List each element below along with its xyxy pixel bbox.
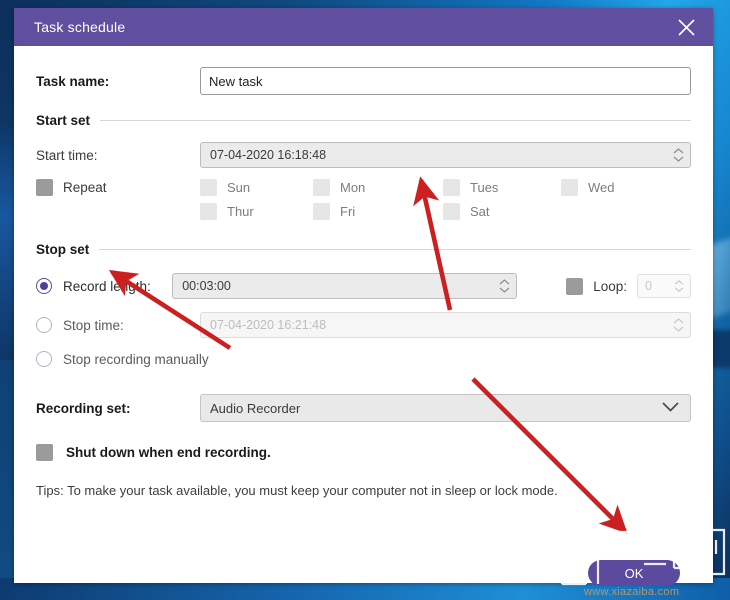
start-time-label: Start time: — [36, 147, 98, 163]
shutdown-label: Shut down when end recording. — [66, 445, 271, 460]
record-length-stepper[interactable] — [499, 274, 510, 298]
dialog-title: Task schedule — [34, 19, 126, 35]
start-time-value: 07-04-2020 16:18:48 — [210, 148, 327, 162]
day-label-mon: Mon — [340, 180, 366, 195]
shutdown-row[interactable]: Shut down when end recording. — [36, 444, 691, 461]
start-set-label: Start set — [36, 113, 91, 128]
day-label-sun: Sun — [227, 180, 251, 195]
start-time-stepper[interactable] — [673, 143, 684, 167]
dialog-titlebar: Task schedule — [14, 8, 713, 46]
chevron-up-icon — [673, 148, 684, 154]
chevron-down-icon — [673, 326, 684, 332]
day-checkbox-wed[interactable]: Wed — [561, 179, 681, 196]
day-label-fri: Fri — [340, 204, 356, 219]
tips-text: Tips: To make your task available, you m… — [36, 483, 558, 498]
stop-manually-label: Stop recording manually — [63, 351, 209, 367]
repeat-checkbox-cell[interactable]: Repeat — [36, 179, 200, 196]
record-length-spinbox[interactable]: 00:03:00 — [172, 273, 518, 299]
start-set-divider — [100, 120, 691, 121]
record-length-label: Record length: — [63, 278, 151, 294]
chevron-up-icon — [673, 318, 684, 324]
recording-set-dropdown[interactable]: Audio Recorder — [200, 394, 691, 422]
close-button[interactable] — [659, 8, 713, 46]
stop-manually-row[interactable]: Stop recording manually — [36, 351, 691, 367]
radio-record-length[interactable] — [36, 278, 52, 294]
checkbox-wed[interactable] — [561, 179, 578, 196]
checkbox-fri[interactable] — [313, 203, 330, 220]
stop-time-value: 07-04-2020 16:21:48 — [210, 318, 327, 332]
dialog-body: Task name: Start set Start time: 07-04-2… — [14, 67, 713, 600]
stop-time-spinbox[interactable]: 07-04-2020 16:21:48 — [200, 312, 691, 338]
chevron-up-icon — [674, 280, 684, 285]
checkbox-sat[interactable] — [443, 203, 460, 220]
recording-set-label: Recording set: — [36, 400, 131, 416]
day-label-thur: Thur — [227, 204, 254, 219]
stop-manually-radio-cell[interactable]: Stop recording manually — [36, 351, 209, 367]
start-set-group-header: Start set — [36, 113, 691, 128]
day-label-sat: Sat — [470, 204, 490, 219]
checkbox-sun[interactable] — [200, 179, 217, 196]
checkbox-tues[interactable] — [443, 179, 460, 196]
record-length-value: 00:03:00 — [182, 279, 231, 293]
day-checkbox-fri[interactable]: Fri — [313, 203, 443, 220]
record-length-radio-cell[interactable]: Record length: — [36, 278, 172, 294]
day-checkbox-mon[interactable]: Mon — [313, 179, 443, 196]
task-schedule-dialog: Task schedule Task name: Start set Start… — [14, 8, 713, 586]
dialog-footer: OK — [14, 542, 713, 600]
stop-time-stepper[interactable] — [673, 313, 684, 337]
repeat-checkbox[interactable] — [36, 179, 53, 196]
recording-set-row: Recording set: Audio Recorder — [36, 394, 691, 422]
repeat-label: Repeat — [63, 180, 107, 195]
task-name-row: Task name: — [36, 67, 691, 95]
repeat-row: Repeat Sun Mon Tues Wed Thur Fri Sat — [36, 179, 691, 220]
task-name-input[interactable] — [200, 67, 691, 95]
chevron-down-icon — [662, 399, 679, 417]
stop-time-label: Stop time: — [63, 317, 124, 333]
start-time-row: Start time: 07-04-2020 16:18:48 — [36, 142, 691, 168]
chevron-down-icon — [499, 287, 510, 293]
start-time-spinbox[interactable]: 07-04-2020 16:18:48 — [200, 142, 691, 168]
radio-stop-manually[interactable] — [36, 351, 52, 367]
repeat-days-grid: Sun Mon Tues Wed Thur Fri Sat — [200, 179, 691, 220]
loop-value: 0 — [645, 279, 652, 293]
stop-set-group-header: Stop set — [36, 242, 691, 257]
day-checkbox-sat[interactable]: Sat — [443, 203, 561, 220]
loop-spinbox[interactable]: 0 — [637, 274, 691, 298]
stop-set-divider — [99, 249, 691, 250]
record-length-row: Record length: 00:03:00 Loop: 0 — [36, 273, 691, 299]
day-label-wed: Wed — [588, 180, 615, 195]
stop-time-radio-cell[interactable]: Stop time: — [36, 317, 200, 333]
chevron-down-icon — [674, 287, 684, 292]
ok-button[interactable]: OK — [588, 560, 680, 586]
shutdown-checkbox[interactable] — [36, 444, 53, 461]
day-checkbox-thur[interactable]: Thur — [200, 203, 313, 220]
radio-stop-time[interactable] — [36, 317, 52, 333]
checkbox-mon[interactable] — [313, 179, 330, 196]
day-checkbox-sun[interactable]: Sun — [200, 179, 313, 196]
task-name-label: Task name: — [36, 73, 110, 89]
recording-set-value: Audio Recorder — [210, 400, 301, 416]
stop-time-row: Stop time: 07-04-2020 16:21:48 — [36, 312, 691, 338]
day-label-tues: Tues — [470, 180, 499, 195]
loop-checkbox[interactable] — [566, 277, 584, 295]
loop-cell: Loop: 0 — [566, 274, 691, 298]
chevron-up-icon — [499, 279, 510, 285]
close-icon — [677, 18, 696, 37]
day-checkbox-tues[interactable]: Tues — [443, 179, 561, 196]
loop-stepper[interactable] — [674, 275, 684, 297]
loop-label: Loop: — [593, 278, 627, 294]
checkbox-thur[interactable] — [200, 203, 217, 220]
stop-set-label: Stop set — [36, 242, 90, 257]
chevron-down-icon — [673, 156, 684, 162]
